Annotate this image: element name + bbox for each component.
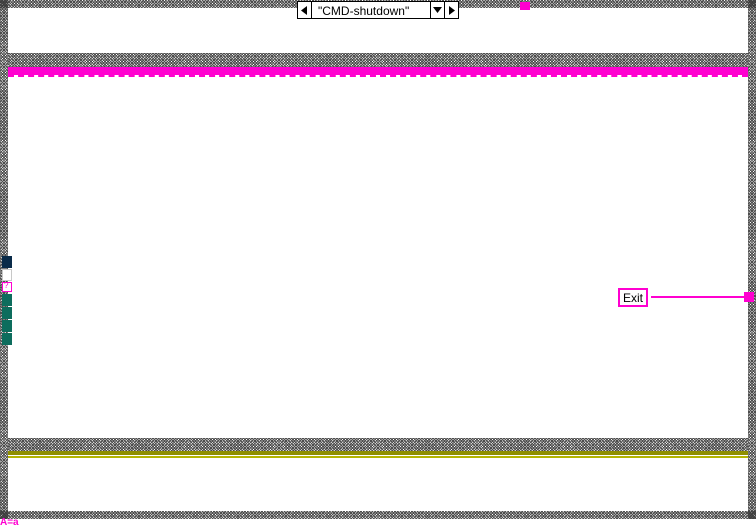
terminal-teal-4 [2, 333, 12, 345]
case-structure-border-bottom [8, 438, 748, 452]
exit-constant[interactable]: Exit [618, 288, 648, 307]
while-loop-border-bottom [0, 511, 756, 519]
exit-wire [651, 296, 748, 298]
chevron-left-icon [301, 6, 308, 15]
terminal-magenta-question [2, 282, 12, 292]
exit-tunnel [744, 292, 754, 302]
olive-rail [8, 451, 748, 455]
terminal-white [2, 269, 12, 281]
case-structure-border-top [8, 53, 748, 67]
case-selector-label[interactable]: "CMD-shutdown" [312, 2, 430, 18]
terminal-teal-3 [2, 320, 12, 332]
top-tunnel-node [520, 2, 530, 10]
olive-rail-secondary [8, 456, 748, 458]
terminal-navy [2, 256, 12, 268]
case-selector[interactable]: "CMD-shutdown" [297, 1, 459, 19]
magenta-rail-dashed [8, 75, 748, 77]
case-next-button[interactable] [444, 2, 458, 18]
case-prev-button[interactable] [298, 2, 312, 18]
terminal-teal-2 [2, 307, 12, 319]
chevron-right-icon [448, 6, 455, 15]
chevron-down-icon [433, 7, 442, 13]
bottom-left-tag: A=a [0, 519, 19, 525]
case-dropdown-toggle[interactable] [430, 2, 444, 18]
while-loop-border-right [748, 0, 756, 519]
terminal-teal-1 [2, 294, 12, 306]
